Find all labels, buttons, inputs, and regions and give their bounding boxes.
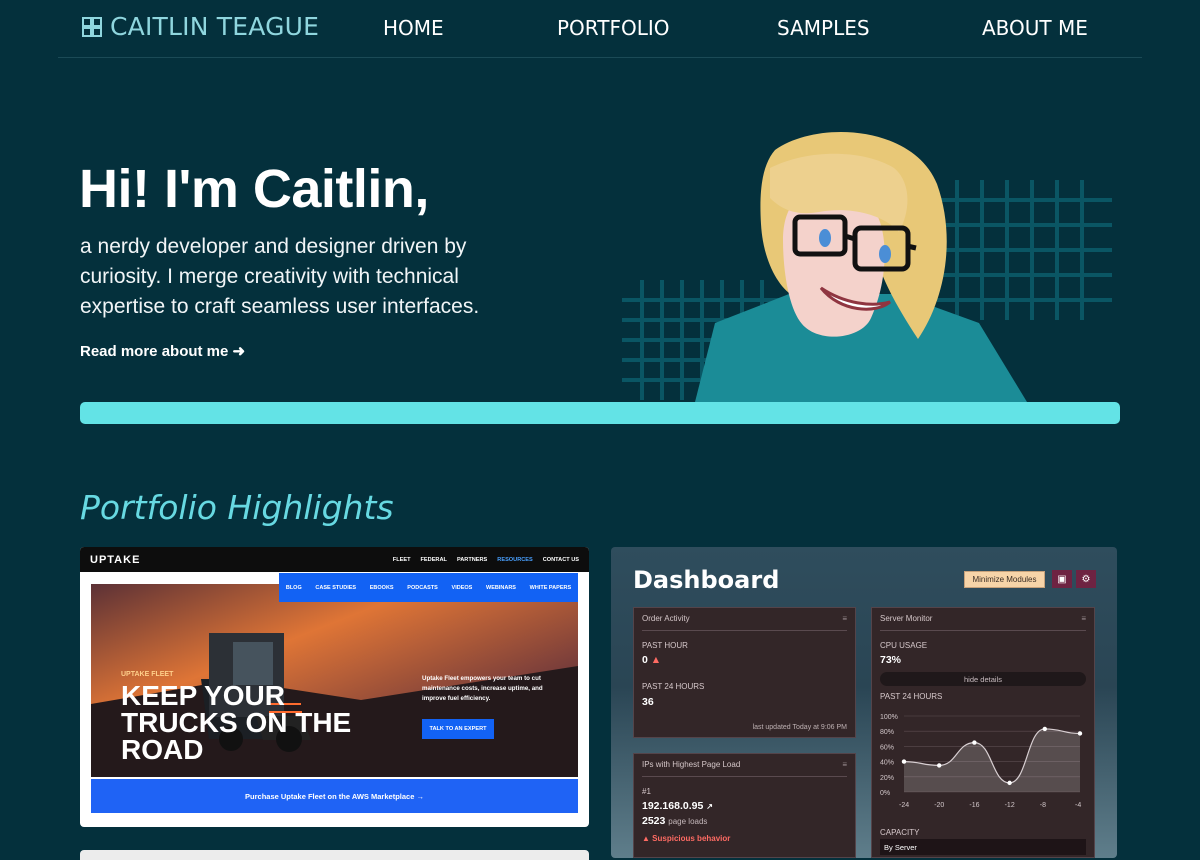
y-tick-label: 20% (880, 775, 894, 782)
server-monitor-panel: Server Monitor ≡ CPU USAGE 73% hide deta… (871, 607, 1095, 858)
x-tick-label: -12 (1005, 802, 1015, 809)
uptake-headline: KEEP YOUR TRUCKS ON THE ROAD (121, 680, 352, 765)
uptake-menu-contact[interactable]: CONTACT US (543, 557, 579, 563)
external-link-icon[interactable]: ↗ (706, 802, 713, 811)
minimize-modules-button[interactable]: Minimize Modules (964, 571, 1045, 588)
ip-rank: #1 (642, 787, 651, 796)
nav-portfolio[interactable]: PORTFOLIO (557, 16, 670, 40)
cpu-line-chart: 100% 80% 60% 40% 20% 0% -24 -20 -16 -12 -8 -4 (880, 714, 1083, 809)
server-monitor-title: Server Monitor (880, 614, 933, 623)
hero-divider-bar (80, 402, 1120, 424)
y-tick-label: 60% (880, 744, 894, 751)
submenu-videos[interactable]: VIDEOS (452, 585, 473, 591)
ip-panel-title: IPs with Highest Page Load (642, 760, 741, 769)
nav-samples[interactable]: SAMPLES (777, 16, 870, 40)
aws-marketplace-link[interactable]: Purchase Uptake Fleet on the AWS Marketp… (91, 779, 578, 813)
chart-point[interactable] (901, 759, 907, 764)
ip-page-load-panel: IPs with Highest Page Load ≡ #1 192.168.… (633, 753, 856, 858)
y-tick-label: 40% (880, 760, 894, 767)
x-tick-label: -20 (934, 802, 944, 809)
submenu-podcasts[interactable]: PODCASTS (407, 585, 438, 591)
order-activity-panel: Order Activity ≡ PAST HOUR 0 ▲ PAST 24 H… (633, 607, 856, 738)
capacity-label: CAPACITY (880, 828, 920, 837)
submenu-ebooks[interactable]: EBOOKS (370, 585, 394, 591)
suspicious-behavior-text: Suspicious behavior (652, 834, 731, 843)
next-project-card[interactable] (80, 850, 589, 860)
uptake-project-card[interactable]: UPTAKE FLEET FEDERAL PARTNERS RESOURCES … (80, 547, 589, 827)
calendar-icon[interactable]: ▣ (1052, 570, 1072, 588)
page-load-label: page loads (668, 817, 708, 826)
submenu-webinars[interactable]: WEBINARS (486, 585, 516, 591)
chart-point[interactable] (1042, 726, 1047, 732)
uptake-hero: UPTAKE FLEET KEEP YOUR TRUCKS ON THE ROA… (91, 584, 578, 777)
suspicious-warning: ▲ Suspicious behavior (642, 834, 730, 843)
drag-handle-icon[interactable]: ≡ (842, 614, 847, 623)
submenu-blog[interactable]: BLOG (286, 585, 302, 591)
past-hour-value: 0 ▲ (642, 654, 661, 666)
x-tick-label: -16 (969, 802, 979, 809)
warning-icon: ▲ (650, 654, 662, 666)
ip-address-text: 192.168.0.95 (642, 800, 704, 812)
by-server-dropdown[interactable]: By Server (880, 839, 1086, 855)
x-tick-label: -8 (1040, 802, 1046, 809)
warning-icon: ▲ (642, 834, 650, 843)
portfolio-title: Portfolio Highlights (80, 488, 394, 527)
submenu-white-papers[interactable]: WHITE PAPERS (530, 585, 571, 591)
y-tick-label: 80% (880, 729, 894, 736)
uptake-promo: Uptake Fleet empowers your team to cut m… (422, 675, 543, 702)
y-tick-label: 0% (880, 790, 890, 797)
submenu-case-studies[interactable]: CASE STUDIES (315, 585, 356, 591)
past-24-hours-value: 36 (642, 696, 654, 708)
cube-logo-icon (82, 16, 102, 37)
past-hour-label: PAST HOUR (642, 641, 688, 650)
page-load-count: 2523 page loads (642, 815, 707, 827)
uptake-logo: UPTAKE (90, 553, 141, 566)
cpu-usage-label: CPU USAGE (880, 641, 928, 650)
dashboard-project-card[interactable]: Dashboard Minimize Modules ▣ ⚙ Order Act… (611, 547, 1117, 858)
page-load-number: 2523 (642, 815, 666, 827)
uptake-menu-fleet[interactable]: FLEET (393, 557, 411, 563)
uptake-menu-partners[interactable]: PARTNERS (457, 557, 487, 563)
talk-to-expert-button[interactable]: TALK TO AN EXPERT (422, 719, 494, 739)
site-logo[interactable]: CAITLIN TEAGUE (80, 12, 319, 41)
cpu-usage-value: 73% (880, 654, 902, 666)
past-hour-number: 0 (642, 654, 648, 666)
panel-divider (880, 630, 1086, 631)
read-more-link[interactable]: Read more about me ➜ (80, 342, 245, 360)
panel-divider (642, 776, 847, 777)
hero-title: Hi! I'm Caitlin, (79, 159, 429, 219)
panel-divider (642, 630, 847, 631)
nav-home[interactable]: HOME (383, 16, 444, 40)
x-tick-label: -24 (899, 802, 909, 809)
dashboard-title: Dashboard (633, 566, 780, 594)
uptake-resource-submenu: BLOG CASE STUDIES EBOOKS PODCASTS VIDEOS… (279, 573, 578, 602)
drag-handle-icon[interactable]: ≡ (1081, 614, 1086, 623)
chart-point[interactable] (1077, 731, 1083, 736)
last-updated-text: last updated Today at 9:06 PM (752, 724, 847, 731)
gear-icon[interactable]: ⚙ (1076, 570, 1096, 588)
site-name: CAITLIN TEAGUE (110, 12, 320, 41)
top-navigation: CAITLIN TEAGUE HOME PORTFOLIO SAMPLES AB… (58, 0, 1142, 58)
uptake-menu: FLEET FEDERAL PARTNERS RESOURCES CONTACT… (393, 557, 579, 563)
past-24-hours-label: PAST 24 HOURS (642, 682, 705, 691)
uptake-header: UPTAKE FLEET FEDERAL PARTNERS RESOURCES … (80, 547, 589, 572)
uptake-menu-resources[interactable]: RESOURCES (497, 557, 532, 563)
drag-handle-icon[interactable]: ≡ (842, 760, 847, 769)
hide-details-button[interactable]: hide details (880, 672, 1086, 686)
nav-about-me[interactable]: ABOUT ME (982, 16, 1088, 40)
order-activity-title: Order Activity (642, 614, 690, 623)
x-tick-label: -4 (1075, 802, 1081, 809)
caitlin-illustration (622, 131, 1112, 402)
chart-area (904, 728, 1080, 792)
chart-point[interactable] (1007, 780, 1012, 786)
uptake-menu-federal[interactable]: FEDERAL (421, 557, 447, 563)
hero-subtitle: a nerdy developer and designer driven by… (80, 235, 480, 318)
chart-point[interactable] (972, 740, 977, 745)
uptake-kicker: UPTAKE FLEET (121, 671, 174, 678)
chart-point[interactable] (937, 763, 942, 768)
ip-address: 192.168.0.95 ↗ (642, 800, 713, 812)
y-tick-label: 100% (880, 714, 898, 721)
server-past-24-hours-label: PAST 24 HOURS (880, 692, 943, 701)
